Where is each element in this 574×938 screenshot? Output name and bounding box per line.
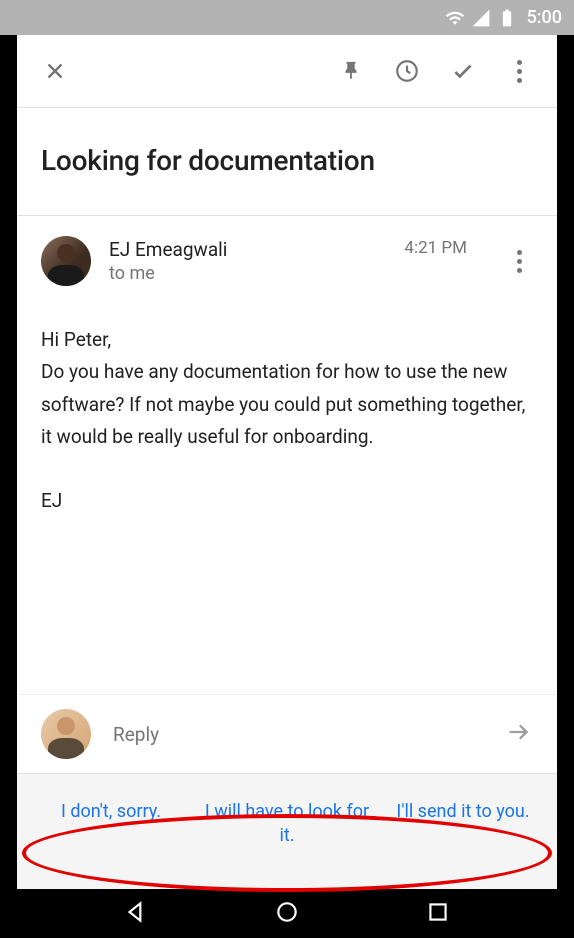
clock-icon <box>394 58 420 84</box>
message-time: 4:21 PM <box>404 236 467 258</box>
close-button[interactable] <box>31 47 79 95</box>
status-time: 5:00 <box>527 7 562 28</box>
cell-signal-icon <box>471 8 491 28</box>
reply-placeholder: Reply <box>113 723 483 746</box>
message-greeting: Hi Peter, <box>41 324 533 356</box>
message-body: Hi Peter, Do you have any documentation … <box>17 294 557 694</box>
message-paragraph: Do you have any documentation for how to… <box>41 356 533 453</box>
android-nav-bar <box>0 889 574 938</box>
check-icon <box>450 58 476 84</box>
self-avatar <box>41 709 91 759</box>
sender-name: EJ Emeagwali <box>109 238 386 261</box>
smart-reply-1[interactable]: I don't, sorry. <box>23 792 199 855</box>
nav-recents-button[interactable] <box>425 899 451 929</box>
nav-back-button[interactable] <box>123 899 149 929</box>
battery-icon <box>497 8 517 28</box>
send-icon <box>505 718 533 750</box>
email-subject: Looking for documentation <box>41 144 533 177</box>
snooze-button[interactable] <box>383 47 431 95</box>
smart-reply-3[interactable]: I'll send it to you. <box>375 792 551 855</box>
overflow-menu-button[interactable] <box>495 47 543 95</box>
pin-icon <box>340 60 362 82</box>
recents-icon <box>425 899 451 925</box>
message-menu-button[interactable] <box>495 237 543 285</box>
more-vert-icon <box>517 250 522 273</box>
smart-reply-2[interactable]: I will have to look for it. <box>199 792 375 855</box>
status-bar: 5:00 <box>0 0 574 35</box>
reply-row[interactable]: Reply <box>17 694 557 773</box>
smart-reply-bar: I don't, sorry. I will have to look for … <box>17 773 557 889</box>
message-signoff: EJ <box>41 485 533 517</box>
sender-avatar[interactable] <box>41 236 91 286</box>
close-icon <box>42 58 68 84</box>
nav-home-button[interactable] <box>274 899 300 929</box>
wifi-icon <box>445 8 465 28</box>
sender-recipients[interactable]: to me <box>109 263 386 284</box>
done-button[interactable] <box>439 47 487 95</box>
back-icon <box>123 899 149 925</box>
more-vert-icon <box>517 60 522 83</box>
toolbar <box>17 35 557 107</box>
home-icon <box>274 899 300 925</box>
pin-button[interactable] <box>327 47 375 95</box>
